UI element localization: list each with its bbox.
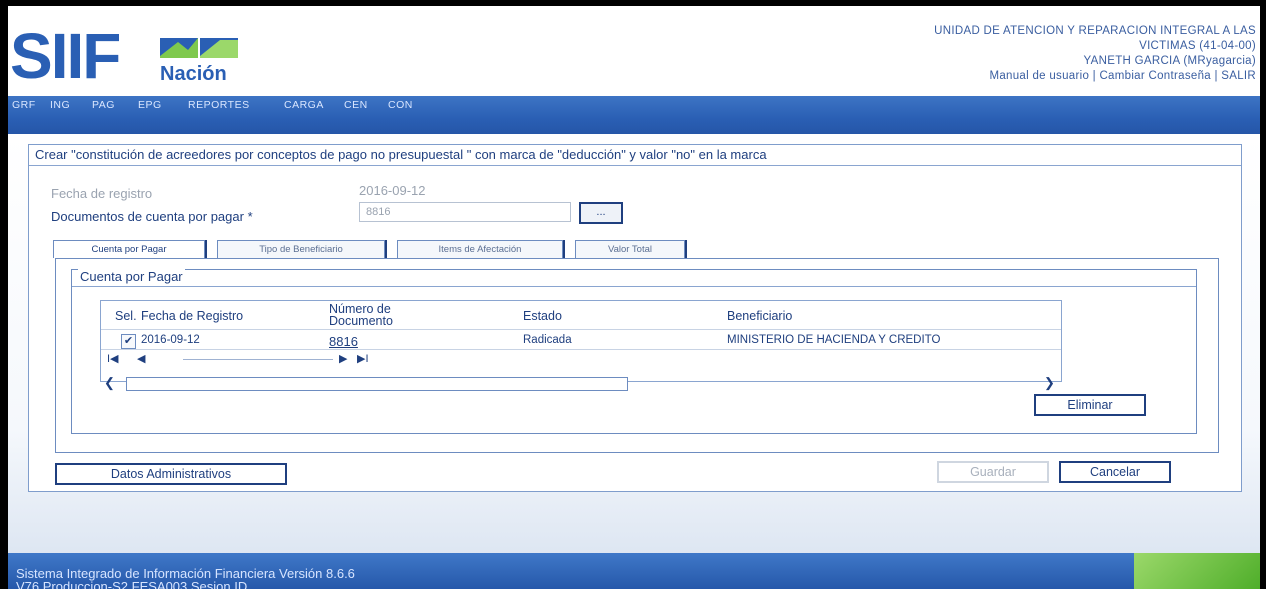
guardar-button[interactable]: Guardar (937, 461, 1049, 483)
cell-estado: Radicada (523, 334, 572, 346)
col-estado: Estado (523, 309, 562, 323)
logo-text: SIIF (10, 20, 119, 92)
tab-valor-total[interactable]: Valor Total (575, 240, 685, 258)
logout-link[interactable]: SALIR (1221, 70, 1256, 82)
header: SIIF Nación UNIDAD DE ATENCION Y REPARAC… (8, 6, 1260, 96)
panel-title: Crear "constitución de acreedores por co… (35, 147, 767, 162)
scroll-left-icon[interactable]: ❮ (104, 375, 115, 391)
content-area: Crear "constitución de acreedores por co… (8, 134, 1260, 556)
title-divider (29, 165, 1241, 166)
eliminar-button[interactable]: Eliminar (1034, 394, 1146, 416)
col-sel: Sel. (115, 309, 137, 323)
pager-next-icon[interactable]: ▶ (339, 352, 347, 365)
org-name-line2: VICTIMAS (41-04-00) (1139, 40, 1256, 52)
menu-cen[interactable]: CEN (344, 99, 368, 111)
cell-numero-link[interactable]: 8816 (329, 334, 358, 349)
row-divider (101, 349, 1061, 350)
row-select-checkbox[interactable]: ✔ (121, 334, 136, 349)
tab-tipo-beneficiario[interactable]: Tipo de Beneficiario (217, 240, 385, 258)
fecha-value: 2016-09-12 (359, 183, 426, 198)
form-panel: Crear "constitución de acreedores por co… (28, 144, 1242, 492)
footer-text: Sistema Integrado de Información Financi… (16, 567, 355, 589)
menu-pag[interactable]: PAG (92, 99, 115, 111)
scroll-thumb[interactable] (126, 377, 628, 391)
footer-session: V76 Produccion-S2 FESA003 Sesion ID (16, 579, 248, 589)
col-beneficiario: Beneficiario (727, 309, 793, 323)
cancelar-button[interactable]: Cancelar (1059, 461, 1171, 483)
change-password-link[interactable]: Cambiar Contraseña (1099, 70, 1211, 82)
cuenta-fieldset: Cuenta por Pagar Sel. Fecha de Registro … (71, 269, 1197, 434)
cell-fecha: 2016-09-12 (141, 334, 200, 346)
col-fecha: Fecha de Registro (141, 309, 244, 323)
menu-carga[interactable]: CARGA (284, 99, 324, 111)
menu-reportes[interactable]: REPORTES (188, 99, 250, 111)
pager-first-icon[interactable]: I◀ (107, 352, 119, 365)
app-window: SIIF Nación UNIDAD DE ATENCION Y REPARAC… (8, 6, 1260, 589)
cell-beneficiario: MINISTERIO DE HACIENDA Y CREDITO (727, 334, 941, 346)
tab-items-afectacion[interactable]: Items de Afectación (397, 240, 563, 258)
header-divider (101, 329, 1061, 330)
pager-last-icon[interactable]: ▶I (357, 352, 369, 365)
header-links: Manual de usuario | Cambiar Contraseña |… (989, 70, 1256, 82)
footer-bar: Sistema Integrado de Información Financi… (8, 553, 1260, 589)
tab-content: Cuenta por Pagar Sel. Fecha de Registro … (55, 258, 1219, 453)
docs-label: Documentos de cuenta por pagar * (51, 209, 253, 224)
logo-subtext: Nación (160, 63, 227, 85)
col-numero: Número de Documento (329, 302, 393, 328)
fieldset-legend: Cuenta por Pagar (78, 269, 185, 284)
menu-ing[interactable]: ING (50, 99, 70, 111)
pager-track (183, 359, 333, 360)
menu-con[interactable]: CON (388, 99, 413, 111)
tab-cuenta-por-pagar[interactable]: Cuenta por Pagar (53, 240, 205, 258)
docs-input[interactable]: 8816 (359, 202, 571, 222)
menu-grf[interactable]: GRF (12, 99, 36, 111)
org-name-line1: UNIDAD DE ATENCION Y REPARACION INTEGRAL… (934, 25, 1256, 37)
org-info: UNIDAD DE ATENCION Y REPARACION INTEGRAL… (934, 24, 1256, 84)
datos-administrativos-button[interactable]: Datos Administrativos (55, 463, 287, 485)
horizontal-scrollbar[interactable]: ❮ ❯ (100, 375, 1060, 391)
docs-lookup-button[interactable]: ... (579, 202, 623, 224)
fecha-label: Fecha de registro (51, 186, 153, 201)
main-menu: GRF ING PAG EPG REPORTES CARGA CEN CON (8, 96, 1260, 134)
manual-link[interactable]: Manual de usuario (989, 70, 1089, 82)
scroll-right-icon[interactable]: ❯ (1044, 375, 1055, 391)
user-name: YANETH GARCIA (MRyagarcia) (1083, 55, 1256, 67)
pager-prev-icon[interactable]: ◀ (137, 352, 145, 365)
footer-logo (1134, 553, 1260, 589)
cuenta-table: Sel. Fecha de Registro Número de Documen… (100, 300, 1062, 382)
siif-logo: SIIF Nación (10, 20, 238, 92)
fieldset-divider (72, 286, 1196, 287)
menu-epg[interactable]: EPG (138, 99, 162, 111)
